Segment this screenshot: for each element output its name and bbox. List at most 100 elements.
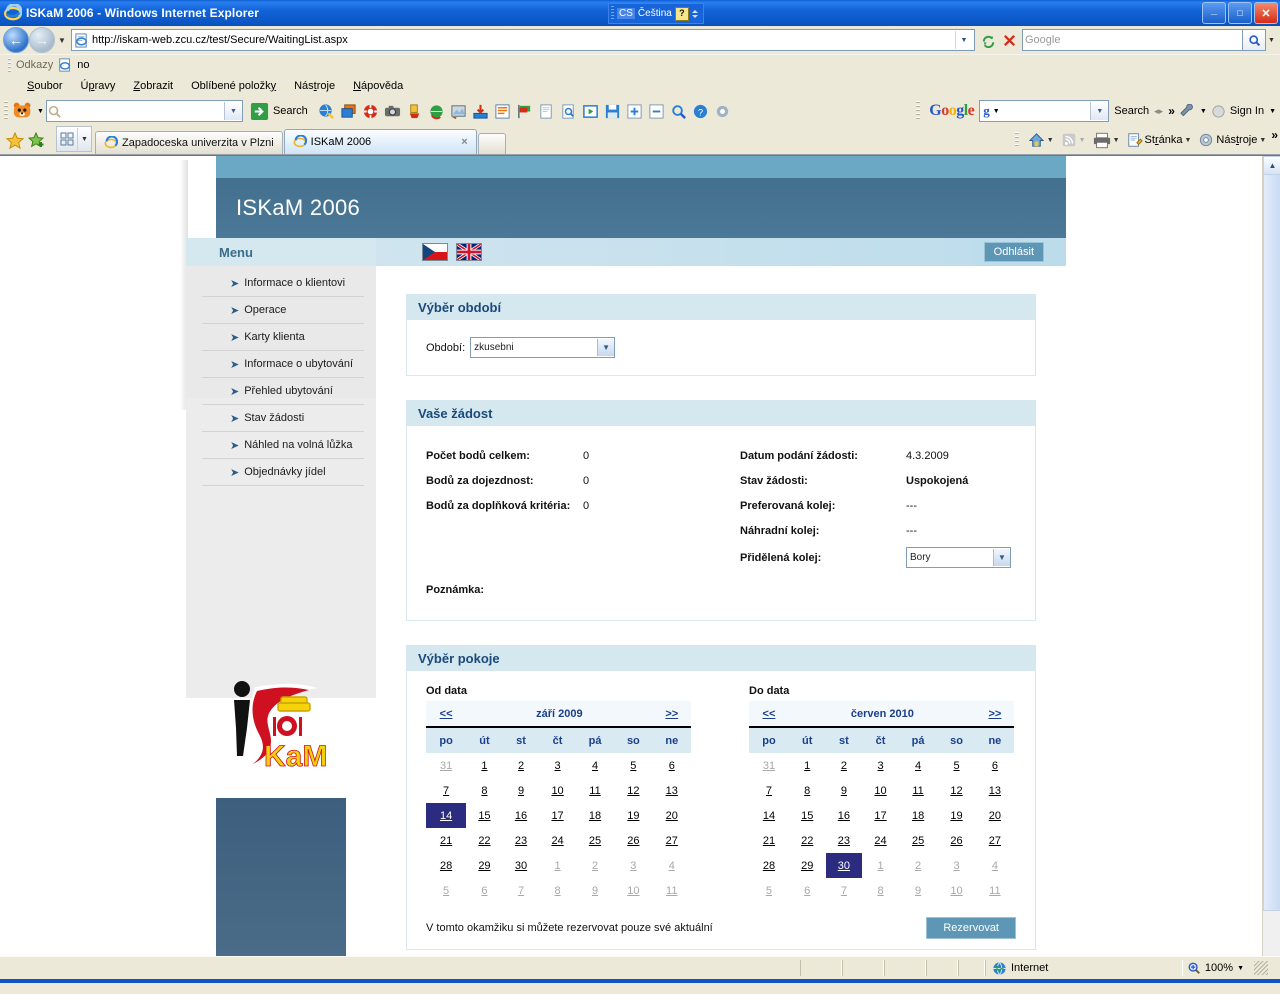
calendar-day[interactable]: 5 (614, 753, 652, 778)
calendar-day[interactable]: 11 (653, 878, 691, 903)
calendar-day[interactable]: 3 (937, 853, 975, 878)
sidebar-item-karty-klienta[interactable]: ➤ Karty klienta (202, 324, 364, 351)
page-icon[interactable] (538, 103, 555, 120)
zoom-in-icon[interactable] (626, 103, 643, 120)
signin-label[interactable]: Sign In (1230, 105, 1264, 117)
language-help-icon[interactable]: ? (674, 6, 689, 21)
resize-grip[interactable] (1254, 961, 1268, 975)
calendar-day[interactable]: 17 (539, 803, 576, 828)
page-search-icon[interactable] (560, 103, 577, 120)
menu-oblibene-polozky[interactable]: Oblíbené položky (182, 78, 285, 94)
calendar-day[interactable]: 13 (976, 778, 1014, 803)
calendar-day[interactable]: 9 (503, 778, 540, 803)
recent-pages-dropdown[interactable]: ▼ (55, 36, 69, 45)
sidebar-item-operace[interactable]: ➤ Operace (202, 297, 364, 324)
quick-tabs-button[interactable]: ▼ (56, 126, 92, 152)
globe-search-icon[interactable] (318, 103, 335, 120)
calendar-day[interactable]: 12 (614, 778, 652, 803)
calendar-day[interactable]: 4 (899, 753, 937, 778)
calendar-day[interactable]: 1 (789, 753, 826, 778)
feeds-button[interactable]: ▼ (1059, 132, 1088, 148)
calendar-day[interactable]: 9 (576, 878, 614, 903)
calendar-to-next[interactable]: >> (975, 701, 1014, 728)
forward-button[interactable]: → (29, 27, 55, 53)
browser-tab-2[interactable]: ISKaM 2006 × (283, 129, 477, 154)
calendar-day[interactable]: 6 (789, 878, 826, 903)
calendar-day[interactable]: 25 (576, 828, 614, 853)
google-search-label[interactable]: Search (1114, 105, 1149, 117)
magnifier-tool-icon[interactable] (670, 103, 687, 120)
calendar-day[interactable]: 1 (862, 853, 899, 878)
calendar-day[interactable]: 8 (466, 778, 503, 803)
calendar-day[interactable]: 3 (862, 753, 899, 778)
menu-zobrazit[interactable]: Zobrazit (124, 78, 182, 94)
calendar-day[interactable]: 30 (503, 853, 540, 878)
calendar-day[interactable]: 28 (749, 853, 789, 878)
calendar-day[interactable]: 18 (576, 803, 614, 828)
zoom-control[interactable]: 100% ▼ (1187, 961, 1280, 975)
links-item-no[interactable]: no (77, 59, 89, 71)
calendar-day[interactable]: 26 (614, 828, 652, 853)
sidebar-item-informace-o-klientovi[interactable]: ➤ Informace o klientovi (202, 270, 364, 297)
tools-menu-button[interactable]: Nástroje ▼ (1196, 132, 1268, 148)
zoom-out-icon[interactable] (648, 103, 665, 120)
calendar-day[interactable]: 21 (749, 828, 789, 853)
download-icon[interactable] (472, 103, 489, 120)
security-zone[interactable]: Internet (985, 960, 1183, 976)
scroll-up-button[interactable]: ▲ (1263, 156, 1280, 175)
home-button[interactable]: ▼ (1026, 132, 1056, 149)
period-select[interactable]: zkusebni ▼ (470, 337, 616, 358)
calendar-from-next[interactable]: >> (652, 701, 691, 728)
calendar-day[interactable]: 2 (503, 753, 540, 778)
calendar-day[interactable]: 14 (749, 803, 789, 828)
calendar-day[interactable]: 15 (789, 803, 826, 828)
lifebuoy-icon[interactable] (362, 103, 379, 120)
menu-soubor[interactable]: Soubor (18, 78, 71, 94)
tools-menu-dropdown[interactable]: ▼ (1259, 137, 1266, 144)
calendar-day[interactable]: 23 (503, 828, 540, 853)
calendar-day[interactable]: 2 (576, 853, 614, 878)
search-options-dropdown[interactable]: ▼ (1266, 30, 1277, 50)
sidebar-item-objednavky-jidel[interactable]: ➤ Objednávky jídel (202, 459, 364, 486)
calendar-day[interactable]: 2 (899, 853, 937, 878)
wrench-icon[interactable] (1180, 103, 1195, 119)
google-nav-arrows-icon[interactable]: ◂▸ (1154, 106, 1163, 117)
uk-flag-icon[interactable] (456, 243, 482, 261)
signin-dropdown[interactable]: ▼ (1269, 108, 1276, 115)
calendar-day[interactable]: 19 (614, 803, 652, 828)
save-icon[interactable] (604, 103, 621, 120)
reserve-button[interactable]: Rezervovat (926, 917, 1016, 939)
menu-upravy[interactable]: Úpravy (71, 78, 124, 94)
calendar-day[interactable]: 5 (426, 878, 466, 903)
close-button[interactable]: ✕ (1254, 2, 1278, 24)
menu-nastroje[interactable]: Nástroje (285, 78, 344, 94)
calendar-day[interactable]: 1 (466, 753, 503, 778)
calendar-day-selected[interactable]: 14 (426, 803, 467, 828)
calendar-day[interactable]: 2 (826, 753, 863, 778)
minimize-button[interactable]: _ (1202, 2, 1226, 24)
camera-icon[interactable] (384, 103, 401, 120)
calendar-day[interactable]: 5 (749, 878, 789, 903)
calendar-day[interactable]: 5 (937, 753, 975, 778)
calendar-day[interactable]: 31 (749, 753, 789, 778)
windows-icon[interactable] (340, 103, 357, 120)
feeds-dropdown[interactable]: ▼ (1079, 137, 1086, 144)
calendar-day[interactable]: 29 (466, 853, 503, 878)
calendar-day[interactable]: 27 (653, 828, 691, 853)
help-icon[interactable]: ? (692, 103, 709, 120)
calendar-day[interactable]: 4 (576, 753, 614, 778)
calendar-day-selected[interactable]: 30 (825, 853, 863, 878)
sidebar-item-informace-o-ubytovani[interactable]: ➤ Informace o ubytování (202, 351, 364, 378)
calendar-day[interactable]: 16 (503, 803, 540, 828)
calendar-day[interactable]: 21 (426, 828, 466, 853)
page-menu-dropdown[interactable]: ▼ (1184, 137, 1191, 144)
calendar-day[interactable]: 8 (862, 878, 899, 903)
star-icon[interactable] (6, 132, 24, 150)
search-go-button[interactable] (1243, 29, 1266, 51)
calendar-day[interactable]: 9 (826, 778, 863, 803)
go-arrow-icon[interactable] (250, 102, 269, 121)
calendar-day[interactable]: 15 (466, 803, 503, 828)
calendar-day[interactable]: 18 (899, 803, 937, 828)
calendar-day[interactable]: 6 (466, 878, 503, 903)
list-icon[interactable] (494, 103, 511, 120)
